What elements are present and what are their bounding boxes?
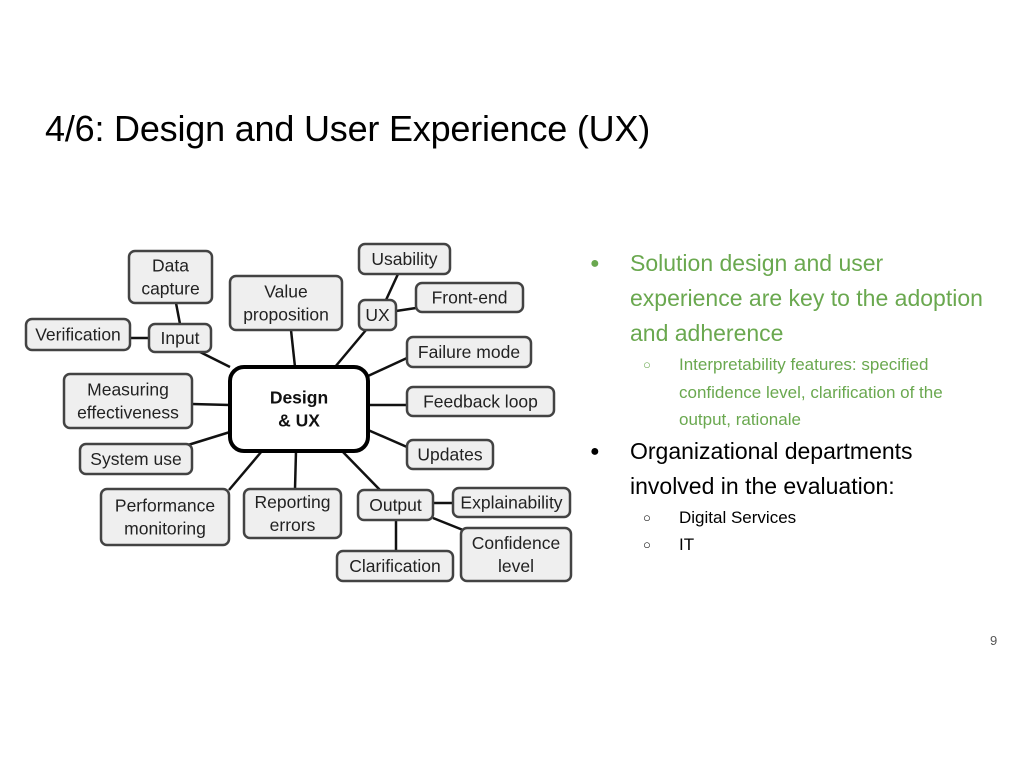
- sub-bullet-circle-icon: ○: [643, 357, 651, 372]
- connector-center-system-use: [187, 430, 231, 447]
- connector-ux-usability: [384, 273, 400, 301]
- connector-input-data-capture: [174, 302, 182, 325]
- node-updates: Updates: [405, 438, 495, 471]
- sub-bullet-circle-icon: ○: [643, 537, 651, 552]
- node-label: Input: [161, 328, 200, 348]
- connector-center-ux: [334, 329, 367, 368]
- node-label: Performance: [115, 496, 215, 516]
- connector-center-value-proposition: [289, 329, 297, 368]
- node-feedback-loop: Feedback loop: [405, 385, 556, 418]
- node-label: Clarification: [349, 556, 440, 576]
- node-front-end: Front-end: [414, 281, 525, 314]
- sub-bullet-item: ○ Interpretability features: specified c…: [588, 351, 988, 434]
- node-performance-monitoring: Performance monitoring: [99, 487, 231, 547]
- node-failure-mode: Failure mode: [405, 335, 533, 369]
- node-label: effectiveness: [77, 403, 179, 423]
- node-label: Output: [369, 495, 422, 515]
- node-label: Measuring: [87, 380, 169, 400]
- bullet-text: Solution design and user experience are …: [630, 250, 983, 346]
- node-label: Feedback loop: [423, 392, 538, 412]
- node-label: Explainability: [460, 493, 562, 513]
- page-number: 9: [990, 633, 998, 648]
- node-label: Confidence: [472, 533, 561, 553]
- sub-bullet-item: ○ Digital Services: [588, 504, 988, 532]
- connector-center-performance-monitoring: [228, 450, 263, 491]
- node-label: proposition: [243, 305, 329, 325]
- node-ux: UX: [357, 298, 398, 332]
- node-label: Failure mode: [418, 342, 520, 362]
- node-confidence-level: Confidence level: [459, 526, 573, 583]
- connector-center-output: [341, 450, 381, 491]
- connector-center-measuring-effectiveness: [191, 402, 231, 407]
- node-data-capture: Data capture: [127, 249, 214, 305]
- connector-output-confidence-level: [432, 516, 464, 532]
- node-label: UX: [365, 305, 390, 325]
- node-system-use: System use: [78, 442, 194, 476]
- connector-center-input: [199, 350, 231, 369]
- node-label: Verification: [35, 325, 121, 345]
- node-label: errors: [270, 515, 316, 535]
- node-label: Updates: [417, 445, 482, 465]
- sub-bullet-text: Interpretability features: specified con…: [679, 355, 943, 429]
- node-label: Data: [152, 256, 189, 276]
- node-label: & UX: [278, 411, 320, 431]
- bullet-item: ● Solution design and user experience ar…: [588, 246, 988, 351]
- node-clarification: Clarification: [335, 549, 455, 583]
- sub-bullet-text: Digital Services: [679, 507, 797, 527]
- node-label: capture: [141, 279, 199, 299]
- node-verification: Verification: [24, 317, 132, 352]
- connector-center-failure-mode: [367, 356, 408, 378]
- bullet-text: Organizational departments involved in t…: [630, 437, 913, 499]
- node-label: Value: [264, 282, 307, 302]
- node-label: monitoring: [124, 519, 206, 539]
- connector-ux-front-end: [395, 306, 417, 313]
- node-label: Usability: [371, 249, 437, 269]
- node-value-proposition: Value proposition: [228, 274, 344, 332]
- connector-center-updates: [367, 428, 408, 449]
- connector-center-reporting-errors: [293, 450, 298, 490]
- node-label: Design: [270, 388, 328, 408]
- sub-bullet-item: ○ IT: [588, 531, 988, 559]
- node-box: [228, 365, 370, 453]
- node-label: System use: [90, 449, 181, 469]
- node-measuring-effectiveness: Measuring effectiveness: [62, 372, 194, 430]
- bullet-dot-icon: ●: [590, 442, 600, 460]
- node-explainability: Explainability: [451, 486, 572, 519]
- sub-bullet-text: IT: [679, 535, 695, 554]
- node-label: Reporting: [255, 492, 331, 512]
- node-label: Front-end: [432, 288, 508, 308]
- node-output: Output: [356, 488, 435, 522]
- node-input: Input: [147, 322, 213, 354]
- central-node-design-ux: Design & UX: [228, 365, 370, 453]
- bullet-item: ● Organizational departments involved in…: [588, 434, 988, 504]
- node-reporting-errors: Reporting errors: [242, 487, 343, 540]
- node-usability: Usability: [357, 242, 452, 276]
- bullet-dot-icon: ●: [590, 255, 600, 272]
- node-label: level: [498, 556, 534, 576]
- bullet-list: ● Solution design and user experience ar…: [588, 246, 988, 559]
- sub-bullet-circle-icon: ○: [643, 509, 651, 525]
